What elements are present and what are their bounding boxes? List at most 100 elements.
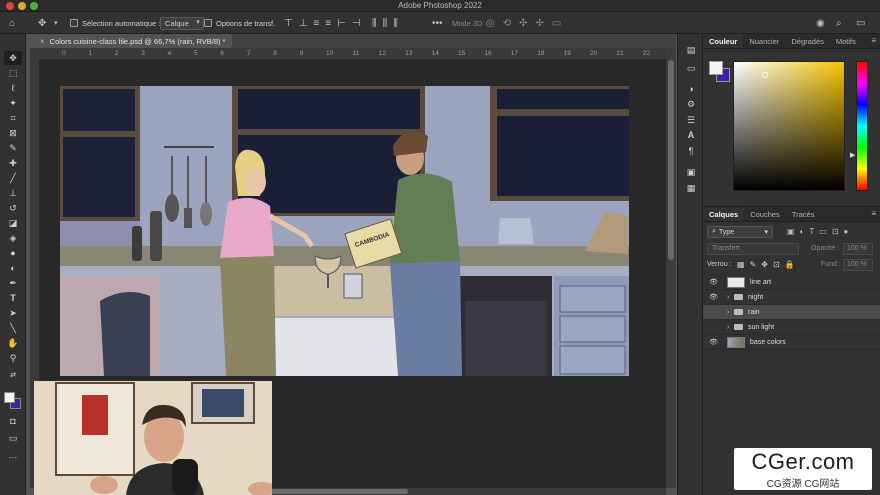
foreground-color-swatch[interactable] <box>709 61 723 75</box>
horizontal-ruler[interactable]: 01234567891011121314151617181920212223 <box>40 48 676 60</box>
drawer-2 <box>559 315 626 343</box>
poster-right-image <box>202 389 244 417</box>
transform-check[interactable] <box>204 19 212 27</box>
hue-slider-handle[interactable]: ▶ <box>850 151 855 159</box>
adjustments-icon[interactable]: ◑ <box>684 82 698 95</box>
chevron-right-icon[interactable]: › <box>727 324 729 331</box>
blur-tool-icon[interactable]: ● <box>4 246 22 260</box>
artwork-canvas[interactable]: CAMBODIA <box>60 86 629 376</box>
color-picker-handle[interactable] <box>762 72 768 78</box>
frame-tool-icon[interactable]: ⊠ <box>4 126 22 140</box>
auto-select-checkbox[interactable]: Sélection automatique : <box>70 15 160 31</box>
layer-row-line-art[interactable]: 👁 line art <box>703 275 880 290</box>
auto-select-check[interactable] <box>70 19 78 27</box>
magic-wand-tool-icon[interactable]: ✦ <box>4 96 22 110</box>
paragraph-icon[interactable]: ¶ <box>684 144 698 157</box>
tab-couleur[interactable]: Couleur <box>703 34 744 48</box>
character-icon[interactable]: A <box>684 128 698 141</box>
screen-mode-icon[interactable]: ▭ <box>4 431 22 445</box>
text-tool-icon[interactable]: T <box>4 291 22 305</box>
eraser-tool-icon[interactable]: ◪ <box>4 216 22 230</box>
close-tab-icon[interactable]: × <box>40 37 45 46</box>
layer-filter-icons[interactable]: ▣◐T▭⊡● <box>787 227 853 236</box>
opacity-label: Opacité : <box>811 245 840 252</box>
more-options-icon[interactable]: ••• <box>432 15 443 31</box>
pen-tool-icon[interactable]: ✒ <box>4 276 22 290</box>
transform-checkbox[interactable]: Options de transf. <box>204 15 275 31</box>
visibility-eye-icon[interactable]: 👁 <box>709 278 718 286</box>
history-brush-tool-icon[interactable]: ↺ <box>4 201 22 215</box>
distribute-buttons[interactable]: ⫼⫼⫼ <box>372 15 404 31</box>
kettle <box>498 218 534 244</box>
folder-icon <box>734 309 743 315</box>
layer-row-night[interactable]: 👁 › night <box>703 290 880 305</box>
layer-row-base-colors[interactable]: 👁 base colors <box>703 335 880 350</box>
move-tool-icon[interactable]: ✥ <box>38 15 46 31</box>
tab-traces[interactable]: Tracés <box>786 207 821 221</box>
ruler-tick-label: 5 <box>194 50 198 57</box>
opacity-field[interactable]: 100 % <box>843 243 873 255</box>
dodge-tool-icon[interactable]: ◐ <box>4 261 22 275</box>
drawer-3 <box>559 345 626 375</box>
chevron-down-icon[interactable]: ▾ <box>54 15 58 31</box>
brush-tool-icon[interactable]: ╱ <box>4 171 22 185</box>
hue-slider[interactable] <box>856 61 868 191</box>
path-select-tool-icon[interactable]: ➤ <box>4 306 22 320</box>
properties-icon[interactable]: ⚙ <box>684 98 698 111</box>
visibility-eye-icon[interactable]: 👁 <box>709 338 718 346</box>
3d-tools-icons[interactable]: ◎⟲✣✢▭ <box>486 15 569 31</box>
home-icon[interactable]: ⌂ <box>9 15 15 31</box>
search-icon[interactable]: ⌕ <box>836 15 842 31</box>
marquee-tool-icon[interactable]: ⬚ <box>4 66 22 80</box>
spatula <box>184 208 192 228</box>
tab-degrades[interactable]: Dégradés <box>785 34 830 48</box>
more-tools-icon[interactable]: … <box>4 448 22 462</box>
blend-mode-dropdown[interactable]: Transfert <box>707 243 799 255</box>
eyedropper-tool-icon[interactable]: ✎ <box>4 141 22 155</box>
history-icon[interactable]: ▤ <box>684 44 698 57</box>
ruler-tick-label: 21 <box>616 50 624 57</box>
color-panel-menu-icon[interactable]: ≡ <box>871 36 876 45</box>
crop-tool-icon[interactable]: ⌗ <box>4 111 22 125</box>
tab-calques[interactable]: Calques <box>703 207 745 221</box>
move-tool-icon[interactable]: ✥ <box>4 51 22 65</box>
visibility-eye-icon[interactable]: 👁 <box>709 293 718 301</box>
sliders-icon[interactable]: ☰ <box>684 114 698 127</box>
vertical-scroll-thumb[interactable] <box>668 60 674 260</box>
color-field[interactable] <box>733 61 845 191</box>
account-icon[interactable]: ◉ <box>816 15 825 31</box>
healing-tool-icon[interactable]: ✚ <box>4 156 22 170</box>
lock-icons[interactable]: ▦✎✥⊡🔒 <box>737 260 800 269</box>
tab-nuancier[interactable]: Nuancier <box>743 34 785 48</box>
watermark: CGer.com CG资源 CG网站 <box>734 448 872 490</box>
lasso-tool-icon[interactable]: ℓ <box>4 81 22 95</box>
quick-mask-icon[interactable]: ◘ <box>4 414 22 428</box>
auto-select-dropdown[interactable]: Calque <box>160 16 204 30</box>
tab-motifs[interactable]: Motifs <box>830 34 862 48</box>
stamp-tool-icon[interactable]: ⊥ <box>4 186 22 200</box>
layer-row-sun-light[interactable]: › sun light <box>703 320 880 335</box>
chevron-right-icon[interactable]: › <box>727 309 729 316</box>
watermark-title: CGer.com <box>751 449 855 474</box>
zoom-tool-icon[interactable]: ⚲ <box>4 351 22 365</box>
workspace-icon[interactable]: ▭ <box>856 15 865 31</box>
comments-icon[interactable]: ▭ <box>684 62 698 75</box>
libraries-icon[interactable]: ▣ <box>684 166 698 179</box>
glyphs-icon[interactable]: ▦ <box>684 182 698 195</box>
ruler-tick-label: 2 <box>114 50 119 57</box>
layer-row-rain[interactable]: › rain <box>703 305 880 320</box>
chevron-right-icon[interactable]: › <box>727 294 729 301</box>
align-buttons[interactable]: ⊤⊥≡≡⊢⊣ <box>284 15 367 31</box>
ruler-tick-label: 9 <box>299 50 304 57</box>
foreground-swatch[interactable] <box>4 392 15 403</box>
vertical-scrollbar[interactable] <box>666 48 676 488</box>
tab-couches[interactable]: Couches <box>744 207 786 221</box>
layers-panel-menu-icon[interactable]: ≡ <box>871 209 876 218</box>
bucket-tool-icon[interactable]: ◈ <box>4 231 22 245</box>
layer-filter-dropdown[interactable]: ⌕ Type ▾ <box>707 226 773 238</box>
fill-field[interactable]: 100 % <box>843 259 873 271</box>
swap-colors-icon[interactable]: ⇄ <box>4 368 22 382</box>
hand-tool-icon[interactable]: ✋ <box>4 336 22 350</box>
document-tab[interactable]: × Colors cuisine-class file.psd @ 66,7% … <box>34 34 232 48</box>
shape-tool-icon[interactable]: ╲ <box>4 321 22 335</box>
